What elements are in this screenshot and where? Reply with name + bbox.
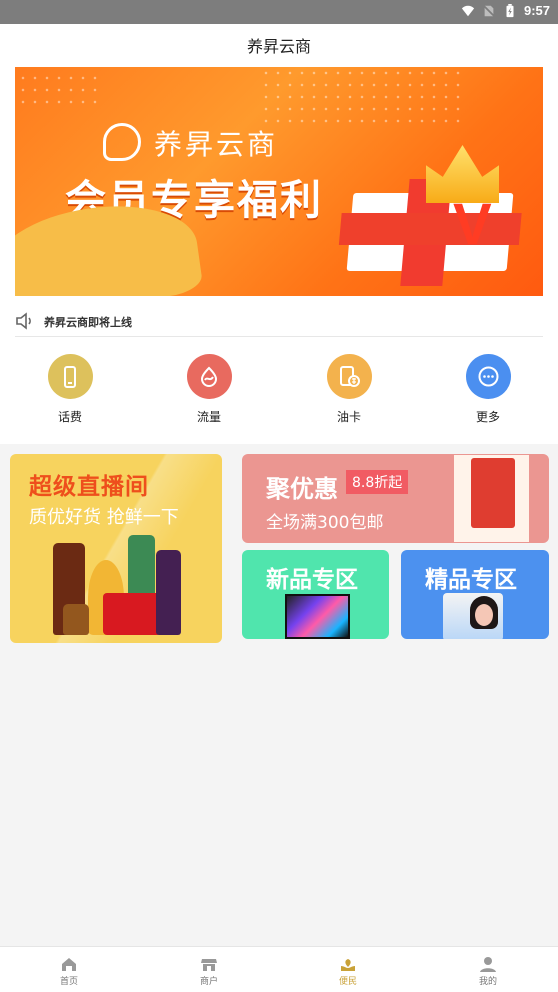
nav-home[interactable]: 首页 <box>24 957 114 987</box>
cosmetic-box <box>63 604 89 635</box>
quick-action-phone-bill[interactable]: 话费 <box>20 354 120 425</box>
profile-icon <box>480 957 496 972</box>
gift-bag-image <box>471 458 515 528</box>
nav-merchants[interactable]: 商户 <box>164 957 254 987</box>
new-products-promo[interactable]: 新品专区 <box>242 550 389 639</box>
phone-bill-circle <box>47 354 93 399</box>
speaker-icon <box>16 312 31 330</box>
convenience-icon <box>341 959 355 971</box>
more-circle <box>465 354 511 399</box>
cosmetic-jar <box>103 593 161 635</box>
fuel-card-icon <box>340 365 360 387</box>
announcement-text: 养昇云商即将上线 <box>44 316 132 329</box>
status-icons: 9:57 <box>461 3 550 18</box>
deal-promo[interactable]: 聚优惠 8.8折起 全场满300包邮 <box>242 454 549 543</box>
live-promo-subtitle: 质优好货 抢鲜一下 <box>29 507 179 528</box>
live-stream-promo[interactable]: 超级直播间 质优好货 抢鲜一下 <box>10 454 222 643</box>
nav-convenience-label: 便民 <box>338 977 357 987</box>
phone-bill-label: 话费 <box>57 410 82 424</box>
announcement-bar[interactable]: 养昇云商即将上线 <box>15 309 543 337</box>
member-benefits-banner[interactable]: 养昇云商 会员专享福利 V <box>15 67 543 296</box>
nav-home-label: 首页 <box>59 977 78 987</box>
no-sim-icon <box>483 4 495 17</box>
page-title: 养昇云商 <box>246 37 311 56</box>
brand-logo-icon <box>103 123 141 161</box>
cosmetic-bottle <box>156 550 181 635</box>
banner-dot-pattern-small <box>17 72 97 112</box>
store-icon <box>201 959 217 971</box>
display-product-image <box>285 594 350 639</box>
phone-icon <box>64 365 76 388</box>
quick-action-data[interactable]: 流量 <box>159 354 259 425</box>
bottom-navigation: 首页 商户 便民 我的 <box>0 946 558 992</box>
data-circle <box>186 354 232 399</box>
deal-promo-title: 聚优惠 <box>266 475 338 503</box>
banner-brand-name: 养昇云商 <box>154 128 279 161</box>
top-bar: 养昇云商 <box>0 24 558 66</box>
live-promo-title: 超级直播间 <box>29 474 149 500</box>
fuel-card-circle <box>326 354 372 399</box>
quick-action-fuel-card[interactable]: 油卡 <box>299 354 399 425</box>
deal-promo-subtitle: 全场满300包邮 <box>266 513 384 533</box>
nav-profile-label: 我的 <box>478 977 497 987</box>
data-traffic-icon <box>200 366 218 387</box>
more-label: 更多 <box>475 410 500 424</box>
more-icon <box>478 366 498 387</box>
deal-promo-tag: 8.8折起 <box>346 470 409 494</box>
model-face-image <box>475 604 493 626</box>
premium-products-title: 精品专区 <box>425 567 517 593</box>
status-time: 9:57 <box>523 3 550 18</box>
wifi-icon <box>461 5 475 16</box>
home-icon <box>62 958 76 971</box>
nav-convenience[interactable]: 便民 <box>303 957 393 987</box>
v-badge-icon: V <box>453 192 492 257</box>
nav-merchants-label: 商户 <box>199 977 218 987</box>
status-bar: 9:57 <box>0 0 558 24</box>
nav-profile[interactable]: 我的 <box>443 957 533 987</box>
data-label: 流量 <box>196 410 221 424</box>
new-products-title: 新品专区 <box>266 567 358 593</box>
quick-action-more[interactable]: 更多 <box>438 354 538 425</box>
premium-products-promo[interactable]: 精品专区 <box>401 550 549 639</box>
banner-dot-pattern <box>260 67 460 125</box>
fuel-card-label: 油卡 <box>336 410 361 424</box>
battery-charging-icon <box>506 3 514 17</box>
